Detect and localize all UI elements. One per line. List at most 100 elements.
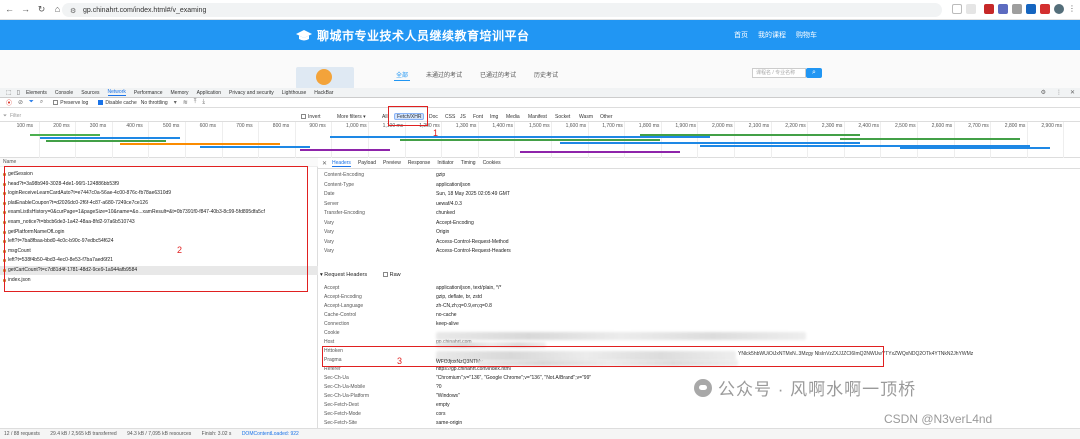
more-filters-dropdown[interactable]: More filters ▾ [334, 113, 369, 120]
filter-icon[interactable]: ⏷ [29, 99, 34, 106]
request-headers-section[interactable]: ▾ Request Headers Raw [320, 272, 401, 278]
timeline-tick: 700 ms [236, 123, 253, 129]
extension-icon[interactable] [998, 4, 1008, 14]
timeline-gridline [990, 122, 992, 158]
search-icon[interactable]: ⌕ [40, 99, 43, 106]
tab-passed-exams[interactable]: 已通过的考试 [480, 70, 516, 79]
filter-input[interactable]: ⏷ Filter [2, 112, 292, 120]
timeline-gridline [331, 122, 333, 158]
wifi-icon[interactable]: ≋ [183, 99, 188, 106]
close-icon[interactable]: ✕ [322, 160, 327, 167]
tab-headers[interactable]: Headers [332, 160, 351, 167]
filter-css[interactable]: CSS [442, 113, 458, 120]
header-value: Access-Control-Request-Method [436, 238, 509, 245]
filter-img[interactable]: Img [487, 113, 501, 120]
tab-hackbar[interactable]: HackBar [314, 90, 333, 96]
tab-elements[interactable]: Elements [26, 90, 47, 96]
search-button[interactable]: ⌕ [806, 68, 822, 78]
tab-privacy-security[interactable]: Privacy and security [229, 90, 274, 96]
timeline-gridline [880, 122, 882, 158]
timeline-tick: 2,000 ms [712, 123, 733, 129]
filter-wasm[interactable]: Wasm [576, 113, 596, 120]
translate-icon[interactable] [952, 4, 962, 14]
preserve-log-checkbox[interactable]: Preserve log [53, 99, 88, 106]
tab-sources[interactable]: Sources [81, 90, 99, 96]
detail-tabs: ✕ Headers Payload Preview Response Initi… [318, 158, 1080, 169]
filter-js[interactable]: JS [457, 113, 469, 120]
timeline-gridline [221, 122, 223, 158]
waterfall-bar [46, 140, 166, 142]
tab-failed-exams[interactable]: 未通过的考试 [426, 70, 462, 79]
timeline-gridline [185, 122, 186, 158]
disable-cache-checkbox[interactable]: Disable cache [98, 99, 137, 106]
header-value: same-origin [436, 420, 463, 426]
import-icon[interactable]: ⤒ [194, 99, 197, 106]
filter-socket[interactable]: Socket [552, 113, 573, 120]
raw-checkbox[interactable]: Raw [382, 272, 401, 278]
extension-icon[interactable] [1026, 4, 1036, 14]
bookmark-icon[interactable] [966, 4, 976, 14]
tab-all[interactable]: 全部 [396, 70, 408, 79]
tab-network[interactable]: Network [107, 89, 126, 96]
header-value: application/json, text/plain, */* [436, 285, 502, 291]
response-header-row: Content-Encoding gzip [324, 171, 1080, 180]
export-icon[interactable]: ⤓ [202, 99, 205, 106]
filter-other[interactable]: Other [597, 113, 616, 120]
close-icon[interactable]: ✕ [1070, 89, 1075, 96]
inspect-icon[interactable]: ⬚ [6, 89, 12, 96]
nav-my-courses[interactable]: 我的课程 [758, 30, 786, 40]
header-name: Accept [324, 285, 340, 291]
extension-icon[interactable] [984, 4, 994, 14]
tab-lighthouse[interactable]: Lighthouse [282, 90, 306, 96]
request-header-row: Connection keep-alive [324, 320, 1080, 329]
response-header-row: Vary Origin [324, 228, 1080, 237]
course-search-input[interactable]: 课程名 / 专业名称 [752, 68, 806, 78]
forward-icon[interactable]: → [19, 3, 32, 16]
tab-memory[interactable]: Memory [171, 90, 189, 96]
tab-history-exams[interactable]: 历史考试 [534, 70, 558, 79]
header-name: Connection [324, 321, 350, 327]
back-icon[interactable]: ← [3, 3, 16, 16]
filter-doc[interactable]: Doc [426, 113, 441, 120]
header-name: Sec-Fetch-Site [324, 420, 358, 426]
throttling-select[interactable]: No throttling [141, 100, 168, 106]
invert-checkbox[interactable]: Invert [298, 113, 324, 120]
more-options-icon[interactable]: ⋮ [1056, 89, 1062, 96]
settings-icon[interactable]: ⚙ [1041, 89, 1046, 96]
address-text[interactable]: gp.chinahrt.com/index.html#/v_examing [83, 7, 206, 14]
header-value: zh-CN,zh;q=0.9,en;q=0.8 [436, 303, 492, 309]
tab-payload[interactable]: Payload [358, 160, 376, 166]
tab-console[interactable]: Console [55, 90, 73, 96]
reload-icon[interactable]: ↻ [35, 3, 48, 16]
header-name: Transfer-Encoding [324, 210, 365, 216]
tab-cookies[interactable]: Cookies [483, 160, 501, 166]
menu-icon[interactable]: ⋮ [1068, 4, 1078, 14]
header-value: Accept-Encoding [436, 219, 474, 226]
tab-timing[interactable]: Timing [461, 160, 476, 166]
nav-cart[interactable]: 购物车 [796, 30, 817, 40]
header-name: Date [324, 191, 335, 197]
record-icon[interactable]: ⦿ [6, 98, 12, 107]
tab-initiator[interactable]: Initiator [437, 160, 453, 166]
nav-home[interactable]: 首页 [734, 30, 748, 40]
filter-manifest[interactable]: Manifest [525, 113, 550, 120]
header-name: Accept-Language [324, 303, 364, 309]
tab-preview[interactable]: Preview [383, 160, 401, 166]
clear-icon[interactable]: ⊘ [18, 99, 23, 106]
filter-media[interactable]: Media [503, 113, 523, 120]
device-toolbar-icon[interactable]: ▯ [17, 89, 20, 96]
network-timeline[interactable]: 100 ms 200 ms 300 ms 400 ms 500 ms 600 ms 700 … [0, 122, 1080, 158]
header-name: Sec-Fetch-Dest [324, 402, 359, 408]
address-bar[interactable]: ⚙ gp.chinahrt.com/index.html#/v_examing [62, 3, 942, 17]
filter-row: ⏷ Filter Invert More filters ▾ All Fetch… [0, 110, 1080, 122]
extension-icon[interactable] [1012, 4, 1022, 14]
tab-application[interactable]: Application [197, 90, 221, 96]
extension-icon[interactable] [1040, 4, 1050, 14]
waterfall-bar [330, 136, 710, 138]
header-name: Cache-Control [324, 312, 357, 318]
profile-icon[interactable] [1054, 4, 1064, 14]
tab-response[interactable]: Response [408, 160, 431, 166]
filter-font[interactable]: Font [470, 113, 486, 120]
site-info-icon[interactable]: ⚙ [70, 7, 77, 15]
tab-performance[interactable]: Performance [134, 90, 163, 96]
